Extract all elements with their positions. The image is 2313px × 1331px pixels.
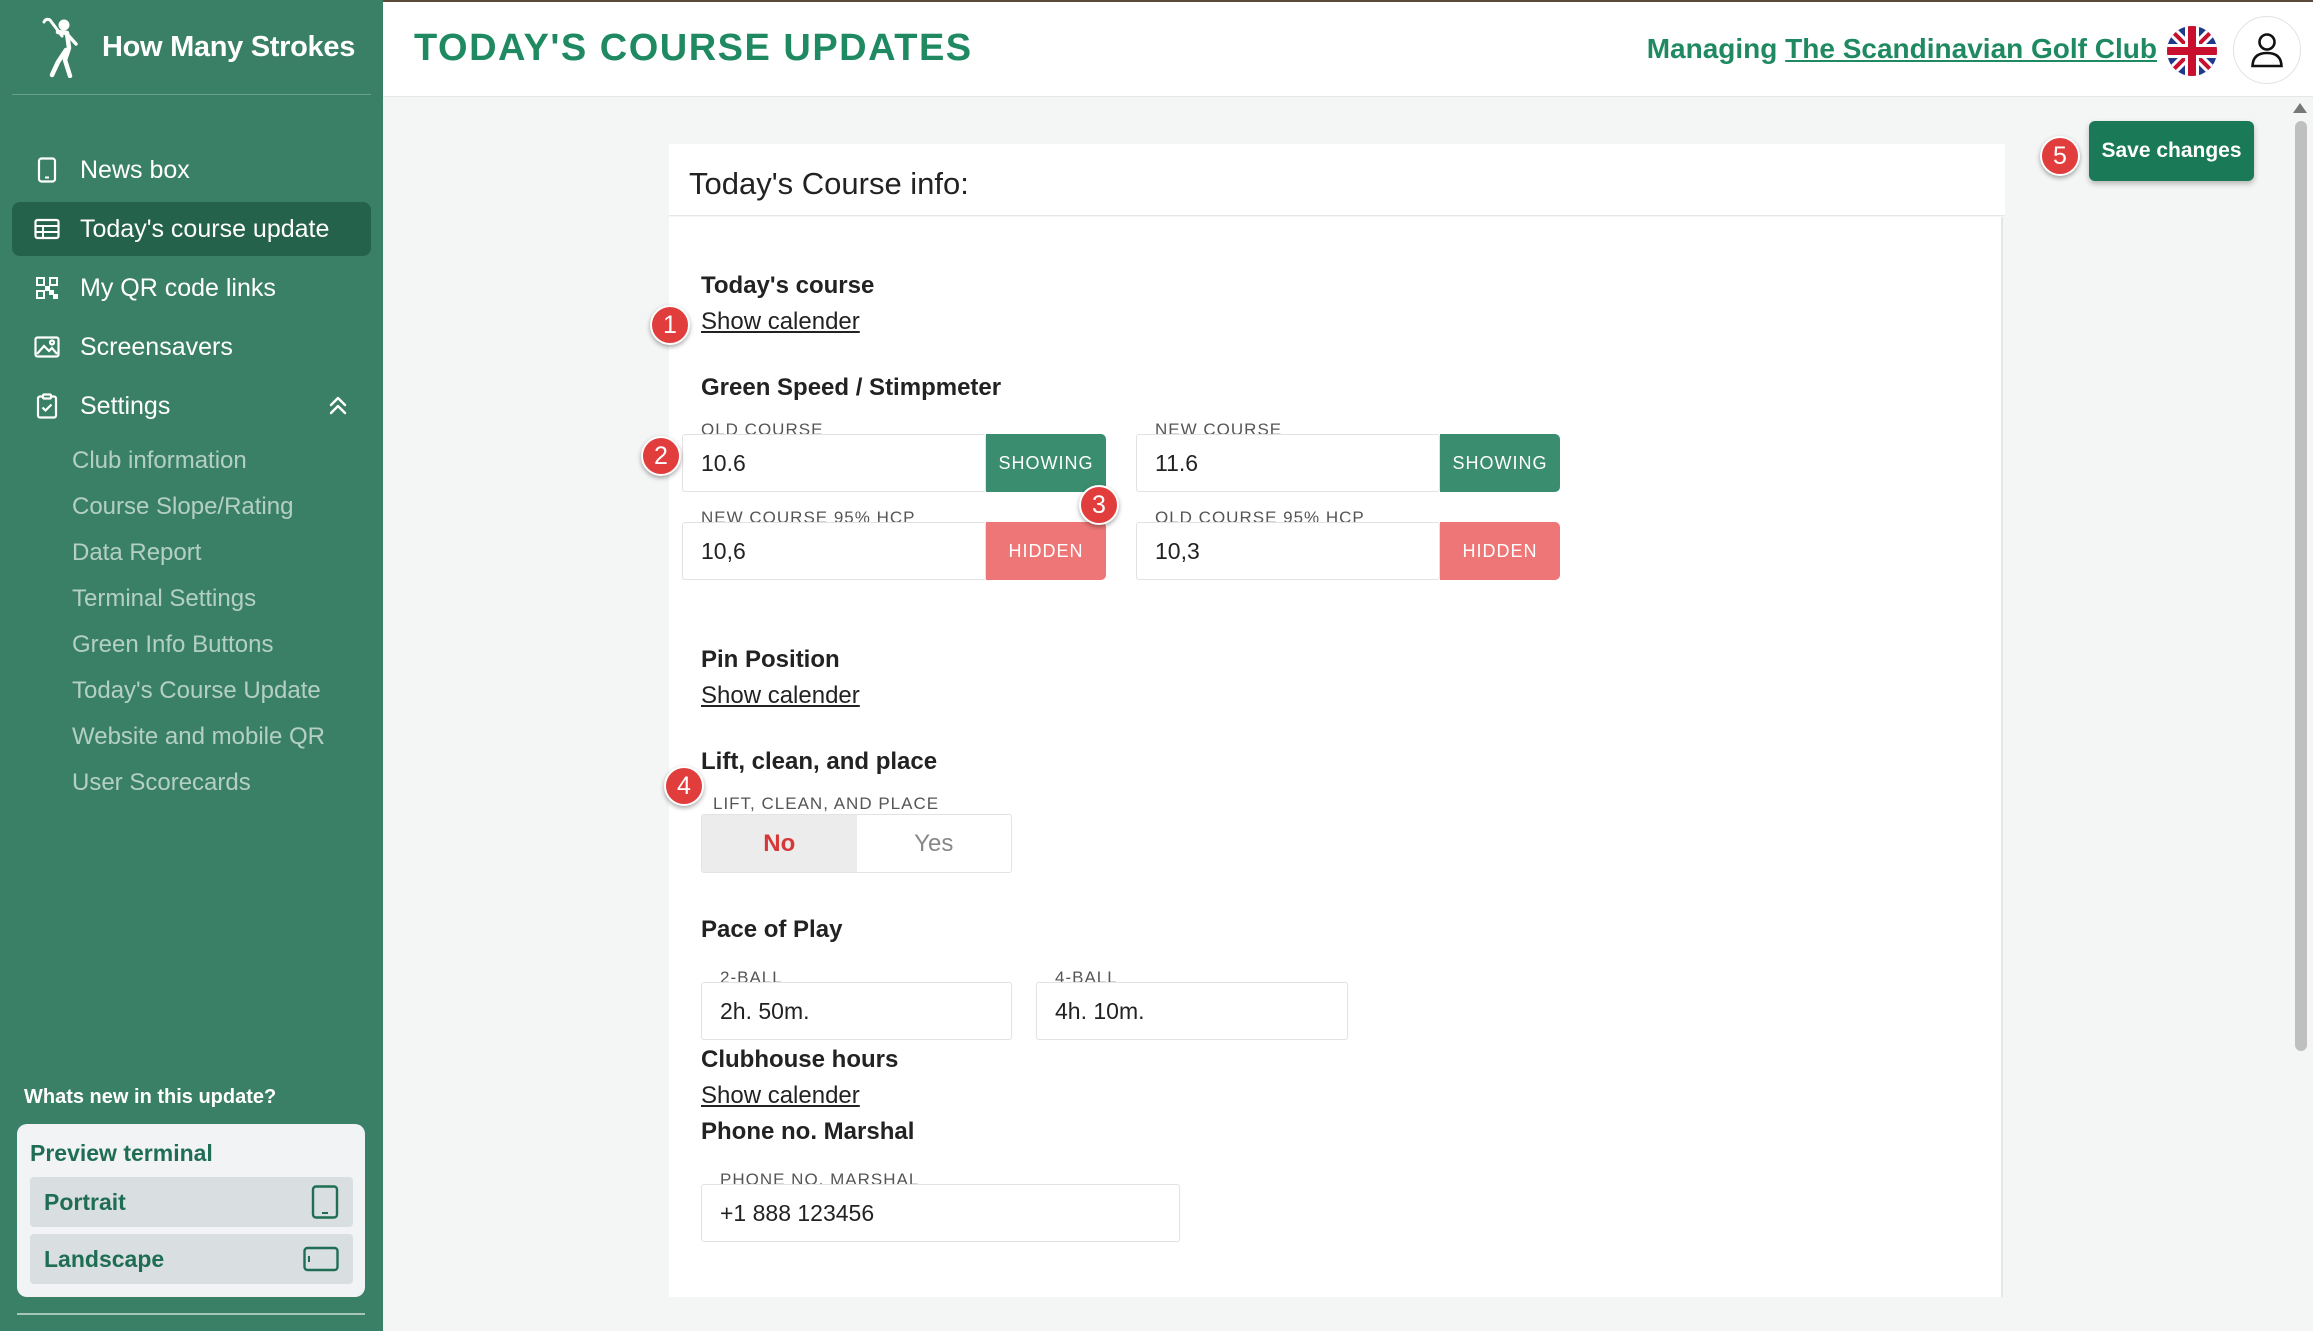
user-account-button[interactable] (2233, 16, 2301, 84)
nav-item-todays-course-update[interactable]: Today's course update (12, 202, 371, 256)
clubhouse-hours-heading: Clubhouse hours (701, 1046, 899, 1073)
managing-prefix: Managing (1646, 33, 1778, 64)
green-speed-heading: Green Speed / Stimpmeter (701, 374, 1002, 401)
course-info-card-header: Today's Course info: (669, 144, 2005, 216)
tablet-icon (32, 155, 62, 185)
subnav-item-data-report[interactable]: Data Report (72, 530, 362, 576)
nav-item-label: Screensavers (80, 332, 233, 361)
whats-new-link[interactable]: Whats new in this update? (24, 1086, 276, 1109)
main-scrollbar[interactable] (2289, 97, 2313, 1331)
preview-portrait-button[interactable]: Portrait (30, 1177, 353, 1227)
portrait-device-icon (311, 1185, 339, 1219)
old-course-95-hcp-visibility-toggle[interactable]: HIDDEN (1440, 522, 1560, 580)
brand-name: How Many Strokes (102, 30, 356, 63)
subnav-item-user-scorecards[interactable]: User Scorecards (72, 760, 362, 806)
subnav-item-website-mobile-qr[interactable]: Website and mobile QR (72, 714, 362, 760)
nav-item-label: My QR code links (80, 273, 276, 302)
todays-course-show-calender-link[interactable]: Show calender (701, 308, 860, 336)
nav-item-label: Settings (80, 391, 171, 420)
nav-item-news-box[interactable]: News box (12, 143, 371, 197)
user-icon (2251, 33, 2283, 68)
chevron-double-up-icon[interactable] (323, 391, 353, 421)
annotation-marker-3: 3 (1079, 485, 1119, 525)
nav-item-label: News box (80, 155, 190, 184)
main-nav: News box Today's course update My QR cod… (12, 143, 371, 438)
brand-divider (12, 94, 371, 95)
qr-code-icon (32, 273, 62, 303)
card-title: Today's Course info: (689, 166, 969, 201)
preview-landscape-button[interactable]: Landscape (30, 1234, 353, 1284)
brand[interactable]: How Many Strokes (36, 16, 355, 78)
scroll-up-arrow-icon[interactable] (2293, 103, 2307, 113)
subnav-item-terminal-settings[interactable]: Terminal Settings (72, 576, 362, 622)
preview-terminal-title: Preview terminal (30, 1140, 213, 1166)
nav-item-my-qr-code-links[interactable]: My QR code links (12, 261, 371, 315)
managing-club: Managing The Scandinavian Golf Club (1647, 33, 2157, 65)
annotation-marker-1: 1 (650, 305, 690, 345)
new-course-stimp-input[interactable]: 11.6 (1136, 434, 1440, 492)
lift-clean-place-yes-option[interactable]: Yes (857, 815, 1012, 872)
two-ball-pace-input[interactable]: 2h. 50m. (701, 982, 1012, 1040)
clubhouse-hours-show-calender-link[interactable]: Show calender (701, 1082, 860, 1110)
phone-marshal-input[interactable]: +1 888 123456 (701, 1184, 1180, 1242)
nav-item-label: Today's course update (80, 214, 330, 243)
annotation-marker-2: 2 (641, 436, 681, 476)
old-course-stimp-input[interactable]: 10.6 (682, 434, 986, 492)
annotation-marker-4: 4 (664, 766, 704, 806)
clipboard-icon (32, 391, 62, 421)
settings-subnav: Club information Course Slope/Rating Dat… (72, 438, 362, 806)
sidebar: How Many Strokes News box Today's course… (0, 0, 383, 1331)
nav-item-settings[interactable]: Settings (12, 379, 371, 433)
landscape-device-icon (303, 1246, 339, 1272)
lift-clean-place-toggle-group: No Yes (701, 814, 1012, 873)
nav-item-screensavers[interactable]: Screensavers (12, 320, 371, 374)
golfer-logo-icon (42, 17, 78, 78)
todays-course-heading: Today's course (701, 272, 875, 299)
table-icon (32, 214, 62, 244)
pace-of-play-heading: Pace of Play (701, 916, 843, 943)
new-course-visibility-toggle[interactable]: SHOWING (1440, 434, 1560, 492)
top-bar: TODAY'S COURSE UPDATES Managing The Scan… (383, 0, 2313, 97)
subnav-item-club-information[interactable]: Club information (72, 438, 362, 484)
preview-landscape-label: Landscape (44, 1245, 165, 1272)
phone-marshal-heading: Phone no. Marshal (701, 1118, 915, 1145)
new-course-95-hcp-visibility-toggle[interactable]: HIDDEN (986, 522, 1106, 580)
pin-position-heading: Pin Position (701, 646, 840, 673)
old-course-95-hcp-input[interactable]: 10,3 (1136, 522, 1440, 580)
pin-position-show-calender-link[interactable]: Show calender (701, 682, 860, 710)
sidebar-bottom-divider (17, 1313, 365, 1315)
lift-clean-place-label: LIFT, CLEAN, AND PLACE (713, 794, 940, 813)
four-ball-pace-input[interactable]: 4h. 10m. (1036, 982, 1348, 1040)
save-changes-button[interactable]: Save changes (2089, 121, 2254, 181)
new-course-95-hcp-input[interactable]: 10,6 (682, 522, 986, 580)
lift-clean-place-no-option[interactable]: No (702, 815, 857, 872)
lift-clean-place-heading: Lift, clean, and place (701, 748, 938, 775)
page-title: TODAY'S COURSE UPDATES (414, 27, 973, 69)
subnav-item-green-info-buttons[interactable]: Green Info Buttons (72, 622, 362, 668)
annotation-marker-5: 5 (2040, 136, 2080, 176)
preview-terminal-panel: Preview terminal Portrait Landscape (17, 1124, 365, 1297)
uk-flag-icon[interactable] (2167, 26, 2217, 76)
old-course-visibility-toggle[interactable]: SHOWING (986, 434, 1106, 492)
subnav-item-course-slope-rating[interactable]: Course Slope/Rating (72, 484, 362, 530)
scrollbar-thumb[interactable] (2295, 121, 2307, 1051)
club-name-link[interactable]: The Scandinavian Golf Club (1785, 33, 2157, 64)
subnav-item-todays-course-update[interactable]: Today's Course Update (72, 668, 362, 714)
image-icon (32, 332, 62, 362)
preview-portrait-label: Portrait (44, 1188, 126, 1215)
